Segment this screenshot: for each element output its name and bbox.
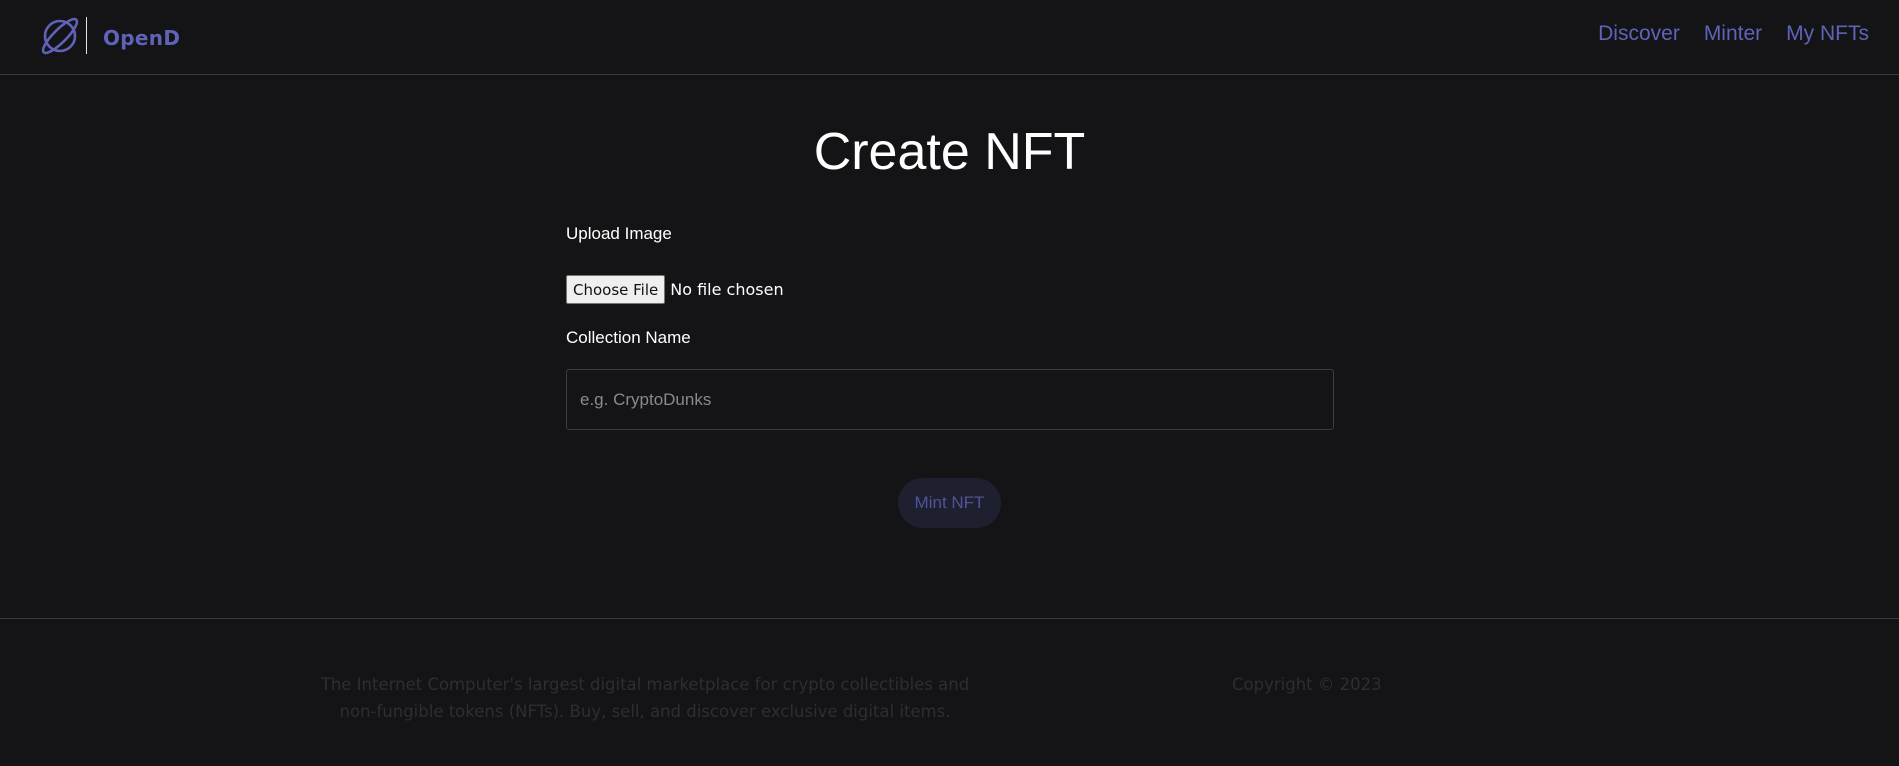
page-footer: The Internet Computer's largest digital … xyxy=(0,618,1899,766)
upload-image-label: Upload Image xyxy=(566,224,672,243)
file-input: Choose File No file chosen xyxy=(566,275,784,304)
logo-divider xyxy=(86,17,87,54)
mint-nft-button[interactable]: Mint NFT xyxy=(898,478,1001,528)
top-navbar: OpenD Discover Minter My NFTs xyxy=(0,0,1899,75)
file-status-text: No file chosen xyxy=(670,280,784,299)
choose-file-button[interactable]: Choose File xyxy=(566,275,666,304)
footer-copyright: Copyright © 2023 xyxy=(1232,675,1382,694)
collection-name-input[interactable] xyxy=(566,369,1334,430)
planet-icon[interactable] xyxy=(38,14,82,58)
nav-link-discover[interactable]: Discover xyxy=(1598,22,1680,46)
nav-link-my-nfts[interactable]: My NFTs xyxy=(1786,22,1869,46)
collection-name-label: Collection Name xyxy=(566,328,691,347)
page-title: Create NFT xyxy=(813,123,1086,181)
nav-link-minter[interactable]: Minter xyxy=(1704,22,1762,46)
brand-name[interactable]: OpenD xyxy=(103,26,180,50)
footer-description: The Internet Computer's largest digital … xyxy=(320,675,970,721)
main-nav: Discover Minter My NFTs xyxy=(1598,22,1869,46)
